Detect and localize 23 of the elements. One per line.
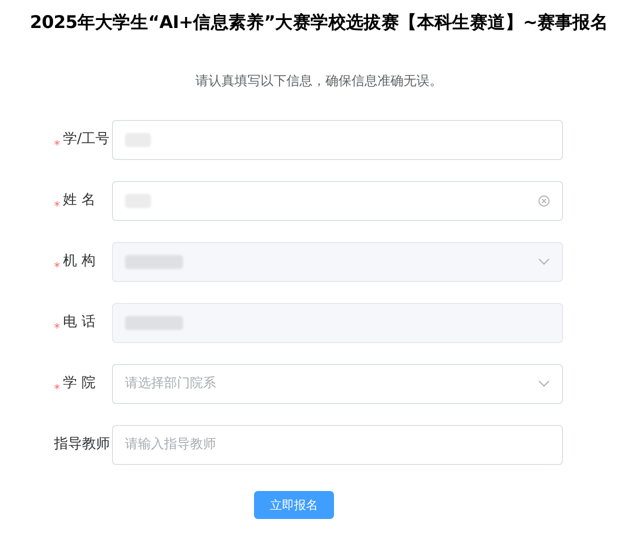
required-mark: * bbox=[54, 258, 60, 276]
submit-button[interactable]: 立即报名 bbox=[254, 490, 334, 519]
field-label: 学 院 bbox=[63, 374, 96, 394]
placeholder-text[interactable]: 请选择部门院系 bbox=[125, 374, 538, 394]
required-mark: * bbox=[54, 380, 60, 398]
required-mark: * bbox=[54, 198, 60, 215]
clear-icon[interactable] bbox=[538, 194, 550, 207]
field-label: 学/工号 bbox=[63, 130, 110, 150]
chevron-down-icon bbox=[538, 258, 550, 266]
chevron-down-icon bbox=[538, 380, 550, 388]
input-field[interactable]: 请输入指导教师 bbox=[112, 424, 563, 465]
input-field[interactable] bbox=[112, 180, 563, 221]
required-mark: * bbox=[54, 320, 60, 337]
required-mark: * bbox=[54, 136, 60, 154]
input-field[interactable] bbox=[112, 120, 563, 160]
select-field[interactable]: 请选择部门院系 bbox=[112, 364, 563, 404]
field-label: 姓 名 bbox=[63, 191, 96, 210]
field-label: 电 话 bbox=[63, 313, 96, 332]
field-label: 机 构 bbox=[63, 252, 96, 272]
placeholder-text[interactable]: 请输入指导教师 bbox=[125, 435, 550, 454]
page-title: 2025年大学生“AI+信息素养”大赛学校选拔赛【本科生赛道】~赛事报名 bbox=[30, 12, 608, 35]
field-label: 指导教师 bbox=[54, 435, 110, 454]
form-instruction: 请认真填写以下信息，确保信息准确无误。 bbox=[196, 73, 442, 92]
